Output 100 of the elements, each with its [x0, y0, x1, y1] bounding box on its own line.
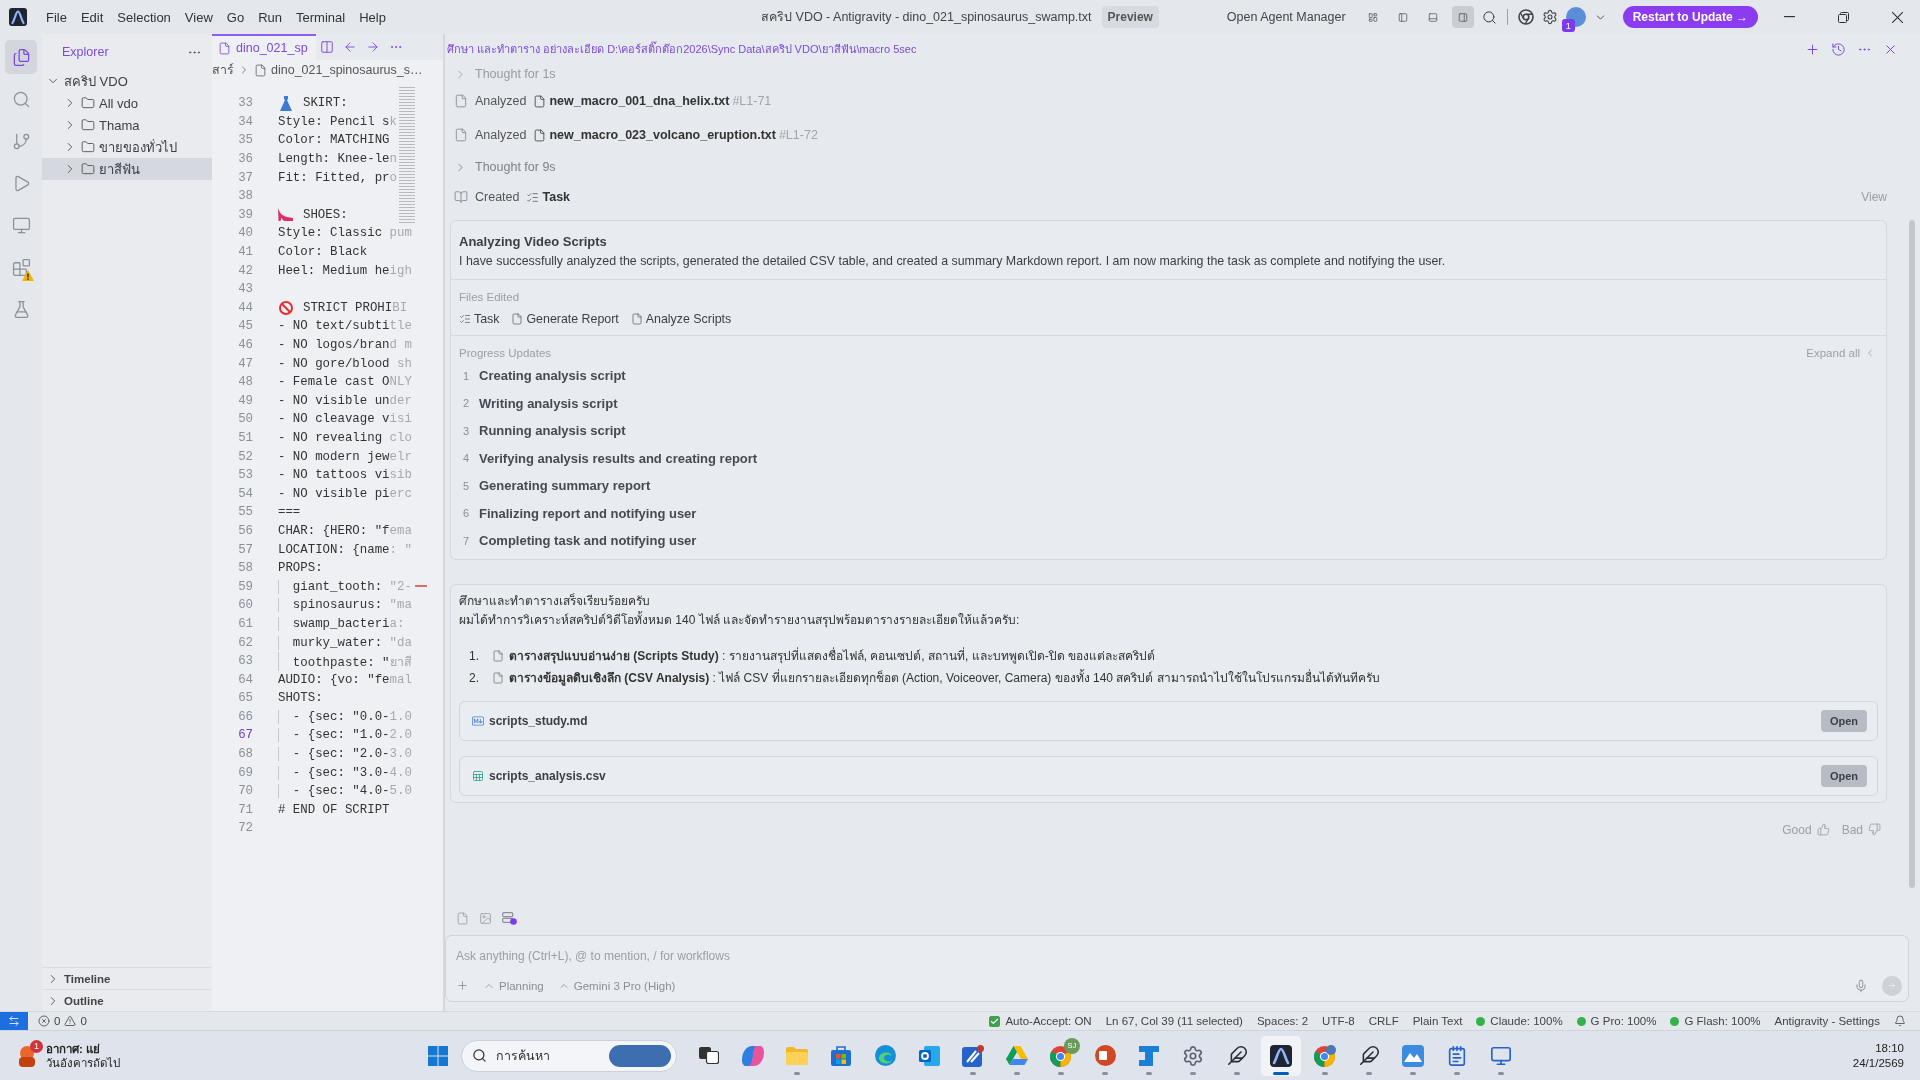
- file-icon[interactable]: [456, 911, 469, 925]
- plus-icon[interactable]: [1805, 41, 1820, 57]
- restart-update-button[interactable]: Restart to Update →: [1622, 6, 1758, 28]
- menu-item[interactable]: View: [177, 6, 220, 28]
- browser-icon[interactable]: [1517, 9, 1534, 25]
- quota-label[interactable]: G Flash: 100%: [1684, 1015, 1761, 1027]
- chat-input[interactable]: Ask anything (Ctrl+L), @ to mention, / for workflows: [446, 936, 1908, 970]
- table-icon: [472, 769, 484, 782]
- remote-button[interactable]: [0, 1011, 28, 1031]
- split-icon[interactable]: [319, 40, 334, 54]
- menu-item[interactable]: Edit: [73, 6, 111, 28]
- remote-icon: [8, 1015, 20, 1027]
- tree-item[interactable]: สคริป VDO: [42, 70, 212, 92]
- thumbs-down-icon: [1868, 823, 1881, 836]
- bell-icon[interactable]: [1894, 1015, 1906, 1027]
- update-text: Running analysis script: [479, 423, 626, 439]
- line-number: 68: [237, 747, 253, 762]
- breadcrumb-item[interactable]: สาร์: [212, 60, 234, 80]
- mountain-icon: [1402, 1044, 1424, 1067]
- menu-item[interactable]: Run: [251, 6, 289, 28]
- code-line: Style: Pencil sk: [278, 114, 397, 129]
- status-item[interactable]: UTF-8: [1322, 1015, 1355, 1027]
- menu-item[interactable]: File: [39, 6, 74, 28]
- layout-toggle[interactable]: [1451, 6, 1474, 28]
- menu-item[interactable]: Terminal: [289, 6, 353, 28]
- code-line: - NO revealing clo: [278, 431, 412, 445]
- file-chip[interactable]: Analyze Scripts: [630, 310, 732, 328]
- triangle-icon: [1006, 1046, 1028, 1065]
- auto-accept-toggle[interactable]: Auto-Accept: ON: [989, 1015, 1092, 1027]
- status-item[interactable]: Ln 67, Col 39 (11 selected): [1105, 1015, 1243, 1027]
- open-button[interactable]: Open: [1820, 709, 1867, 732]
- line-number: 49: [237, 393, 253, 408]
- file-link[interactable]: new_macro_001_dna_helix.txt #L1-71: [533, 94, 772, 108]
- code-line: Color: MATCHING: [278, 133, 390, 148]
- code-line: SHOTS:: [278, 691, 323, 706]
- tree-item[interactable]: ขายของทั่วไป: [42, 136, 212, 158]
- code-line: Length: Knee-len: [278, 152, 397, 167]
- checkbox[interactable]: [989, 1015, 1001, 1027]
- settings-link[interactable]: Antigravity - Settings: [1774, 1015, 1880, 1027]
- code-line: - {sec: "2.0-3.0: [278, 747, 412, 762]
- line-number: 40: [237, 226, 253, 241]
- line-number: 65: [237, 691, 253, 706]
- monitor-icon: [1490, 1044, 1512, 1067]
- file-chip[interactable]: Generate Report: [511, 310, 619, 328]
- book-icon: [454, 190, 468, 204]
- line-number: 36: [237, 152, 253, 167]
- search-icon[interactable]: [1481, 9, 1497, 25]
- file-icon: [492, 672, 504, 684]
- code-line: - {sec: "3.0-4.0: [278, 765, 412, 780]
- disc-icon: [874, 1045, 896, 1066]
- taskbar-app[interactable]: [1261, 1035, 1301, 1076]
- tree-item[interactable]: Thama: [42, 114, 212, 136]
- quota-label[interactable]: G Pro: 100%: [1590, 1015, 1657, 1027]
- tree-item[interactable]: All vdo: [42, 92, 212, 114]
- plus-icon[interactable]: [456, 979, 469, 992]
- squares-icon: [699, 1047, 719, 1064]
- weather-icon: [16, 1044, 38, 1067]
- list-text: ตารางสรุปแบบอ่านง่าย (Scripts Study) : รายงานสรุปที่แสดงชื่อไฟล์, คอนเซปต์, สถานที่, และบทพูดเปิด-ปิด ของแต่ละสคริปต์: [509, 646, 1156, 666]
- bag-icon: [831, 1045, 851, 1066]
- line-number: 47: [237, 356, 253, 371]
- line-number: 42: [237, 263, 253, 278]
- file-chip[interactable]: Task: [459, 310, 500, 328]
- tree-item[interactable]: ยาสีฟัน: [42, 158, 212, 180]
- settings-icon[interactable]: [1541, 9, 1558, 25]
- history-icon[interactable]: [1831, 41, 1846, 57]
- step-number: 5: [462, 479, 470, 492]
- status-item[interactable]: Plain Text: [1412, 1015, 1463, 1027]
- code-line: Style: Classic pum: [278, 226, 412, 241]
- scrollbar-thumb[interactable]: [1909, 220, 1915, 888]
- code-line: - NO text/subtitle: [278, 319, 412, 334]
- menu-item[interactable]: Selection: [110, 6, 178, 28]
- status-item[interactable]: Spaces: 2: [1256, 1015, 1309, 1027]
- editor-tab[interactable]: dino_021_sp: [212, 34, 316, 60]
- menu-item[interactable]: Help: [352, 6, 393, 28]
- arrow-left-icon[interactable]: [342, 40, 357, 54]
- minimize-icon: [1783, 16, 1795, 18]
- file-icon: [454, 94, 468, 108]
- agent-manager-button[interactable]: Open Agent Manager: [1222, 8, 1350, 26]
- menu-item[interactable]: Go: [219, 6, 252, 28]
- section-label: Progress Updates: [459, 346, 552, 361]
- checklist-icon: [526, 190, 540, 204]
- breadcrumb-item[interactable]: dino_021_spinosaurus_s…: [271, 63, 423, 77]
- line-number: 53: [237, 468, 253, 483]
- status-item[interactable]: CRLF: [1368, 1015, 1399, 1027]
- line-number: 37: [237, 170, 253, 185]
- problems-button[interactable]: 0 0: [38, 1015, 87, 1027]
- open-button[interactable]: Open: [1820, 764, 1867, 787]
- line-number: 63: [237, 654, 253, 669]
- quota-label[interactable]: Claude: 100%: [1490, 1015, 1563, 1027]
- mic-icon[interactable]: [1854, 978, 1868, 993]
- arrow-right-icon[interactable]: [365, 40, 380, 54]
- task-link[interactable]: Task: [526, 190, 571, 204]
- file-link[interactable]: new_macro_023_volcano_eruption.txt #L1-72: [533, 128, 818, 142]
- update-text: Verifying analysis results and creating report: [479, 450, 758, 466]
- image-icon[interactable]: [479, 911, 492, 925]
- code-line: PROPS:: [278, 561, 323, 576]
- pen-tile-icon: [962, 1044, 984, 1067]
- activity-tab[interactable]: [5, 40, 37, 74]
- preview-button[interactable]: Preview: [1101, 6, 1159, 28]
- stack-icon[interactable]: [502, 911, 517, 925]
